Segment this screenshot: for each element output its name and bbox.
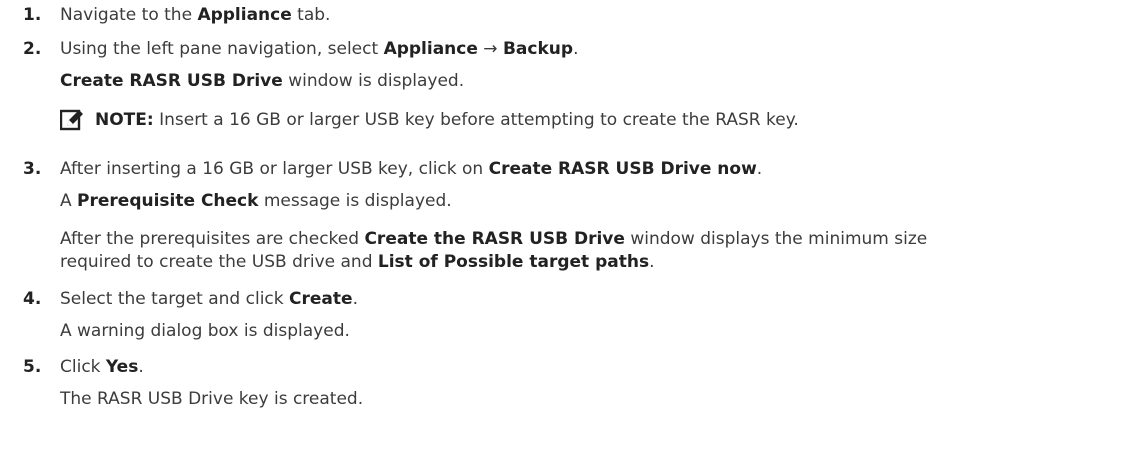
note-text: Insert a 16 GB or larger USB key before … [153, 110, 799, 130]
step-2-text: Using the left pane navigation, select A… [60, 39, 579, 59]
step-2-result: Create RASR USB Drive window is displaye… [60, 71, 465, 91]
step-number: 2. [23, 39, 42, 59]
appliance-tab-ref: Appliance [197, 5, 292, 25]
step-4-result: A warning dialog box is displayed. [60, 321, 350, 341]
step-3-text: After inserting a 16 GB or larger USB ke… [60, 159, 763, 179]
step-number: 4. [23, 289, 42, 309]
step-number: 5. [23, 357, 42, 377]
step-1-text: Navigate to the Appliance tab. [60, 5, 331, 25]
step-4-text: Select the target and click Create. [60, 289, 358, 309]
step-3-result-1: A Prerequisite Check message is displaye… [60, 191, 452, 211]
step-5-result: The RASR USB Drive key is created. [60, 389, 364, 409]
step-number: 1. [23, 5, 42, 25]
note-label: NOTE: [95, 110, 154, 130]
pencil-note-icon [60, 109, 83, 131]
step-number: 3. [23, 159, 42, 179]
step-5-text: Click Yes. [60, 357, 144, 377]
note-box: NOTE: Insert a 16 GB or larger USB key b… [95, 108, 799, 132]
step-3-result-2-line-2: required to create the USB drive and Lis… [60, 252, 655, 272]
step-3-result-2-line-1: After the prerequisites are checked Crea… [60, 229, 928, 249]
